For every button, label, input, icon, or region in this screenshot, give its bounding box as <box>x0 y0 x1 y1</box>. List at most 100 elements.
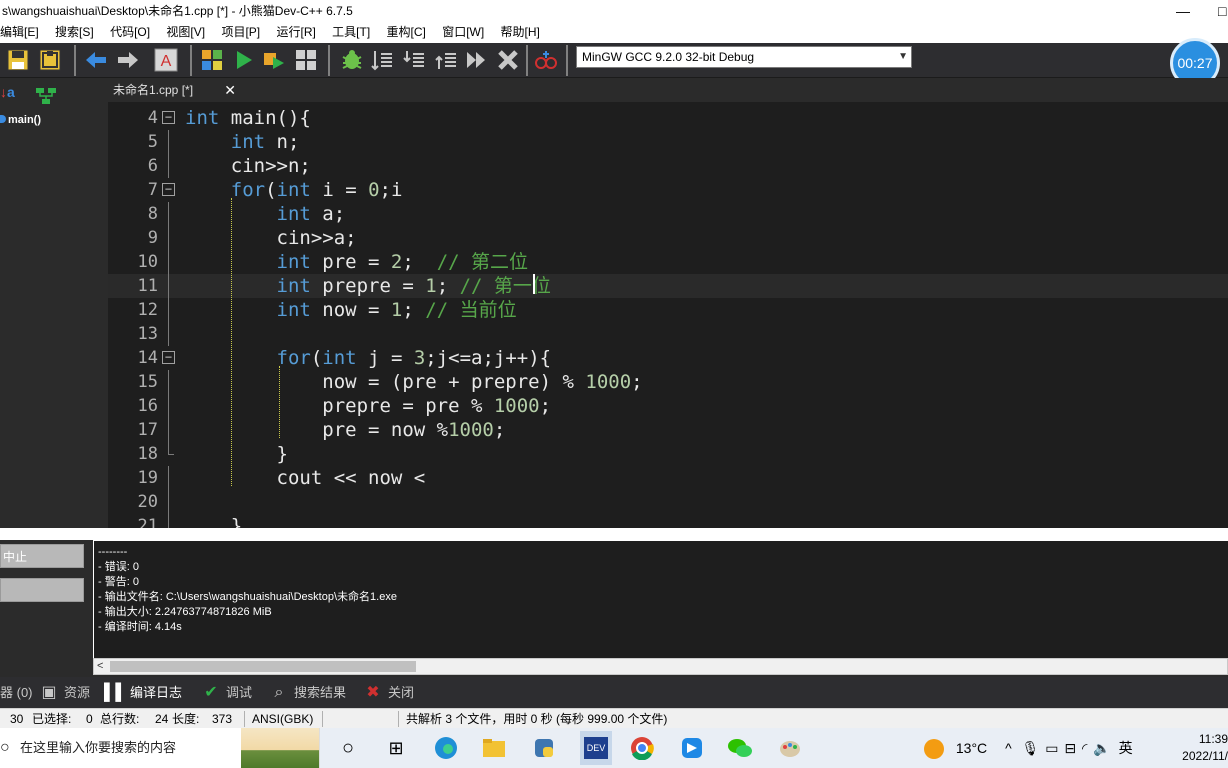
code-line[interactable]: 14− for(int j = 3;j<=a;j++){ <box>108 346 1228 370</box>
tab-close[interactable]: ✖ 关闭 <box>362 677 414 708</box>
log-scrollbar[interactable]: < <box>93 658 1228 675</box>
volume-icon[interactable]: 🔈 <box>1093 740 1110 756</box>
code-line[interactable]: 20 <box>108 490 1228 514</box>
line-number: 21 <box>137 516 158 528</box>
maximize-button[interactable]: □ <box>1218 0 1226 22</box>
options-button[interactable] <box>0 578 84 602</box>
battery-icon[interactable]: ▭ <box>1045 740 1058 756</box>
code-line[interactable]: 12 int now = 1; // 当前位 <box>108 298 1228 322</box>
wechat-icon[interactable] <box>726 734 754 762</box>
python-icon[interactable] <box>530 734 558 762</box>
code-line[interactable]: 11 int prepre = 1; // 第一位 <box>108 274 1228 298</box>
tab-debug[interactable]: ✔ 调试 <box>200 677 252 708</box>
menu-help[interactable]: 帮助[H] <box>495 22 547 43</box>
code-line[interactable]: 9 cin>>a; <box>108 226 1228 250</box>
fold-line <box>168 322 169 346</box>
scroll-thumb[interactable] <box>110 661 416 672</box>
paint-icon[interactable] <box>776 734 804 762</box>
menu-window[interactable]: 窗口[W] <box>436 22 491 43</box>
menu-view[interactable]: 视图[V] <box>160 22 212 43</box>
network-icon[interactable]: ⊟ <box>1064 740 1076 756</box>
compiler-select[interactable]: MinGW GCC 9.2.0 32-bit Debug ▼ <box>576 46 912 68</box>
sort-type-icon[interactable] <box>34 86 58 109</box>
code-line[interactable]: 13 <box>108 322 1228 346</box>
fold-line <box>168 490 169 514</box>
fold-line <box>168 514 169 528</box>
sort-alpha-icon[interactable]: ↓a <box>0 84 15 100</box>
stop-icon[interactable] <box>496 48 520 72</box>
taskbar-search[interactable]: ○ 在这里输入你要搜索的内容 <box>0 728 320 768</box>
tab-search-results[interactable]: ⌕ 搜索结果 <box>268 677 347 708</box>
fold-toggle-icon[interactable]: − <box>162 111 175 124</box>
code-editor[interactable]: 4− int main(){5 int n; 6 cin>>n; 7− for(int… <box>108 102 1228 528</box>
code-line[interactable]: 10 int pre = 2; // 第二位 <box>108 250 1228 274</box>
minimize-button[interactable]: — <box>1176 0 1190 22</box>
profile-icon[interactable] <box>534 48 558 72</box>
menu-run[interactable]: 运行[R] <box>270 22 322 43</box>
debug-icon[interactable] <box>340 48 364 72</box>
menu-refactor[interactable]: 重构[C] <box>381 22 433 43</box>
step-into-icon[interactable] <box>402 48 426 72</box>
code-line[interactable]: 15 now = (pre + prepre) % 1000; <box>108 370 1228 394</box>
fold-line <box>168 130 169 154</box>
code-line[interactable]: 21 } <box>108 514 1228 528</box>
status-encoding[interactable]: ANSI(GBK) <box>252 709 313 729</box>
compile-run-icon[interactable] <box>262 48 286 72</box>
code-line[interactable]: 8 int a; <box>108 202 1228 226</box>
save-icon[interactable] <box>6 48 30 72</box>
line-number: 19 <box>137 468 158 488</box>
code-line[interactable]: 7− for(int i = 0;i <box>108 178 1228 202</box>
panel-splitter[interactable] <box>0 528 1228 540</box>
feishu-icon[interactable] <box>678 734 706 762</box>
format-icon[interactable]: A <box>154 48 178 72</box>
wifi-icon[interactable]: ◜ <box>1082 740 1087 756</box>
run-icon[interactable] <box>232 48 256 72</box>
taskbar-clock[interactable]: 11:39 2022/11/ <box>1178 731 1228 765</box>
save-all-icon[interactable] <box>38 48 62 72</box>
scroll-left-icon[interactable]: < <box>97 659 103 674</box>
menu-tools[interactable]: 工具[T] <box>326 22 377 43</box>
rebuild-icon[interactable] <box>294 48 318 72</box>
weather-temp[interactable]: 13°C <box>956 740 987 756</box>
step-out-icon[interactable] <box>434 48 458 72</box>
code-line[interactable]: 5 int n; <box>108 130 1228 154</box>
back-icon[interactable] <box>84 48 108 72</box>
compile-icon[interactable] <box>200 48 224 72</box>
code-line[interactable]: 16 prepre = pre % 1000; <box>108 394 1228 418</box>
tab-resources[interactable]: ▣ 资源 <box>38 677 90 708</box>
tab-compile-log[interactable]: ▌▌ 编译日志 <box>104 677 182 708</box>
ime-indicator[interactable]: 英 <box>1119 740 1133 756</box>
code-line[interactable]: 6 cin>>n; <box>108 154 1228 178</box>
fold-line <box>168 370 169 394</box>
chevron-up-icon[interactable]: ^ <box>1005 740 1012 756</box>
microphone-icon[interactable]: 🎙 <box>1022 740 1040 756</box>
fold-toggle-icon[interactable]: − <box>162 183 175 196</box>
tree-item-main[interactable]: main() <box>0 114 41 126</box>
chrome-icon[interactable] <box>628 734 656 762</box>
code-text: for(int i = 0;i <box>230 179 403 201</box>
file-explorer-icon[interactable] <box>480 734 508 762</box>
close-icon[interactable]: ✕ <box>224 79 236 101</box>
close-icon: ✖ <box>366 684 380 701</box>
edge-icon[interactable] <box>432 734 460 762</box>
forward-icon[interactable] <box>116 48 140 72</box>
tab-file[interactable]: 未命名1.cpp [*] ✕ <box>108 79 236 101</box>
fold-toggle-icon[interactable]: − <box>162 351 175 364</box>
tab-compiler[interactable]: 器 (0) <box>0 677 33 708</box>
stop-compile-button[interactable]: 中止 <box>0 544 84 568</box>
cortana-icon[interactable]: ○ <box>334 734 362 762</box>
svg-text:DEV: DEV <box>587 743 606 753</box>
code-line[interactable]: 4− int main(){ <box>108 106 1228 130</box>
code-line[interactable]: 17 pre = now %1000; <box>108 418 1228 442</box>
devcpp-icon[interactable]: DEV <box>580 731 612 765</box>
menu-project[interactable]: 项目[P] <box>215 22 267 43</box>
menu-edit[interactable]: 编辑[E] <box>0 22 46 43</box>
task-view-icon[interactable]: ⊞ <box>382 734 410 762</box>
code-line[interactable]: 19 cout << now < <box>108 466 1228 490</box>
continue-icon[interactable] <box>464 48 488 72</box>
step-over-icon[interactable] <box>370 48 394 72</box>
menu-code[interactable]: 代码[O] <box>104 22 157 43</box>
weather-icon[interactable] <box>924 739 944 760</box>
code-line[interactable]: 18 } <box>108 442 1228 466</box>
menu-search[interactable]: 搜索[S] <box>49 22 101 43</box>
